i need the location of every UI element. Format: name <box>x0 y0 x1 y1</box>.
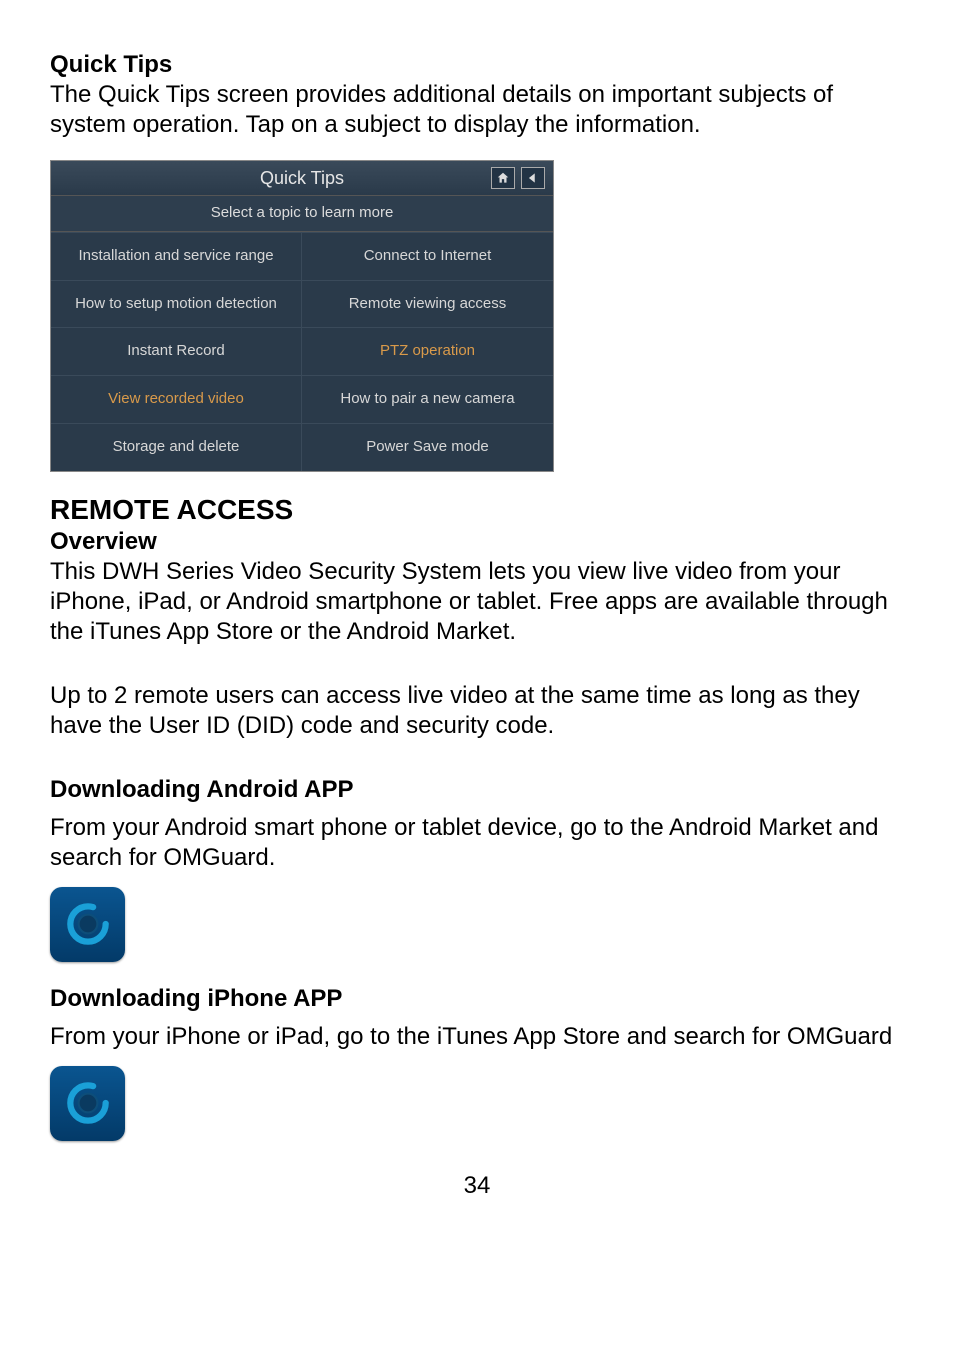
iphone-body: From your iPhone or iPad, go to the iTun… <box>50 1022 904 1052</box>
topic-storage-and-delete[interactable]: Storage and delete <box>51 423 302 471</box>
page-number: 34 <box>50 1171 904 1201</box>
device-subtitle: Select a topic to learn more <box>51 196 553 232</box>
topic-pair-new-camera[interactable]: How to pair a new camera <box>302 375 553 423</box>
topic-connect-to-internet[interactable]: Connect to Internet <box>302 232 553 280</box>
quick-tips-device-screenshot: Quick Tips Select a topic to learn more … <box>50 160 554 472</box>
quick-tips-description: The Quick Tips screen provides additiona… <box>50 80 904 140</box>
android-heading: Downloading Android APP <box>50 775 904 805</box>
topic-remote-viewing-access[interactable]: Remote viewing access <box>302 280 553 328</box>
omguard-app-icon <box>50 1066 125 1141</box>
device-titlebar-icons <box>491 167 545 189</box>
android-body: From your Android smart phone or tablet … <box>50 813 904 873</box>
device-titlebar: Quick Tips <box>51 161 553 196</box>
remote-access-title: REMOTE ACCESS <box>50 492 904 527</box>
topic-instant-record[interactable]: Instant Record <box>51 327 302 375</box>
iphone-heading: Downloading iPhone APP <box>50 984 904 1014</box>
overview-paragraph-2: Up to 2 remote users can access live vid… <box>50 681 904 741</box>
overview-heading: Overview <box>50 527 904 557</box>
topic-power-save-mode[interactable]: Power Save mode <box>302 423 553 471</box>
overview-paragraph-1: This DWH Series Video Security System le… <box>50 557 904 647</box>
home-icon[interactable] <box>491 167 515 189</box>
topic-installation-service-range[interactable]: Installation and service range <box>51 232 302 280</box>
omguard-app-icon <box>50 887 125 962</box>
back-icon[interactable] <box>521 167 545 189</box>
device-topic-grid: Installation and service range Connect t… <box>51 232 553 471</box>
topic-ptz-operation[interactable]: PTZ operation <box>302 327 553 375</box>
device-title: Quick Tips <box>260 167 344 190</box>
topic-motion-detection[interactable]: How to setup motion detection <box>51 280 302 328</box>
quick-tips-heading: Quick Tips <box>50 50 904 80</box>
topic-view-recorded-video[interactable]: View recorded video <box>51 375 302 423</box>
